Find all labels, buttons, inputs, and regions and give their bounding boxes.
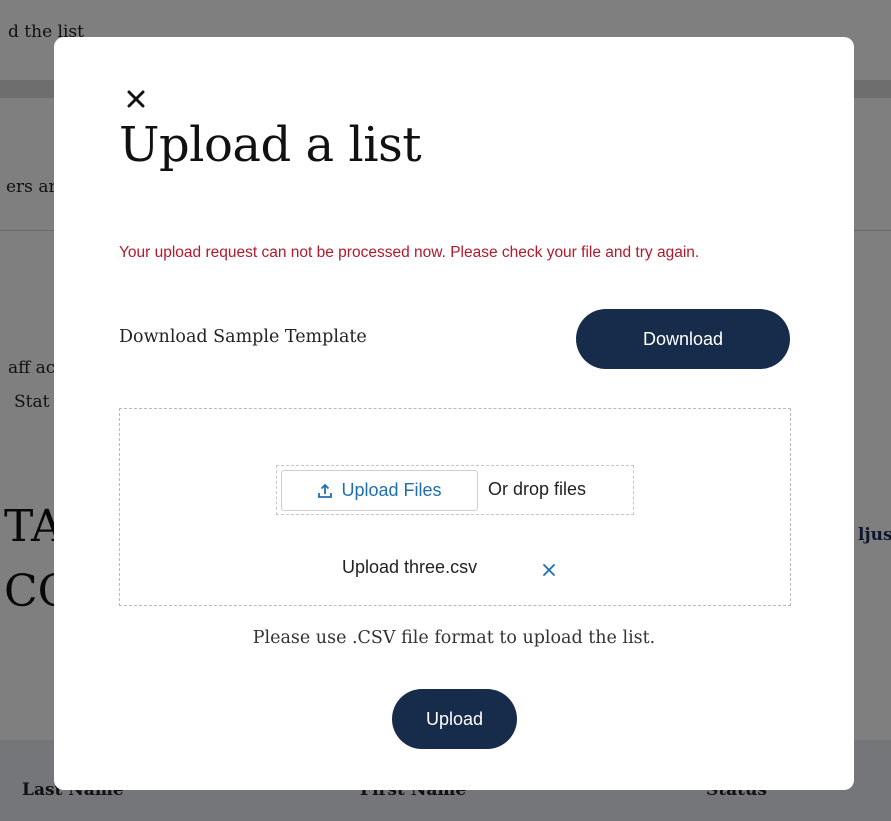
file-dropzone[interactable]: Upload Files Or drop files Upload three.… [119, 408, 791, 606]
selected-file-name: Upload three.csv [342, 557, 478, 577]
sample-template-label: Download Sample Template [119, 327, 367, 347]
close-icon [127, 90, 145, 108]
selected-file-row: Upload three.csv [120, 553, 790, 583]
close-modal-button[interactable] [122, 85, 150, 113]
modal-title: Upload a list [119, 117, 422, 173]
upload-list-modal: Upload a list Your upload request can no… [54, 37, 854, 790]
download-button[interactable]: Download [576, 309, 790, 369]
remove-file-button[interactable] [541, 562, 557, 578]
close-icon [543, 564, 555, 576]
drop-files-text: Or drop files [488, 479, 587, 499]
upload-button[interactable]: Upload [392, 689, 517, 749]
error-message: Your upload request can not be processed… [119, 244, 700, 261]
upload-files-label: Upload Files [341, 480, 442, 500]
upload-files-button[interactable]: Upload Files [281, 470, 478, 511]
upload-controls: Upload Files Or drop files [276, 465, 634, 515]
file-format-hint: Please use .CSV file format to upload th… [252, 628, 656, 648]
upload-icon [317, 483, 333, 499]
